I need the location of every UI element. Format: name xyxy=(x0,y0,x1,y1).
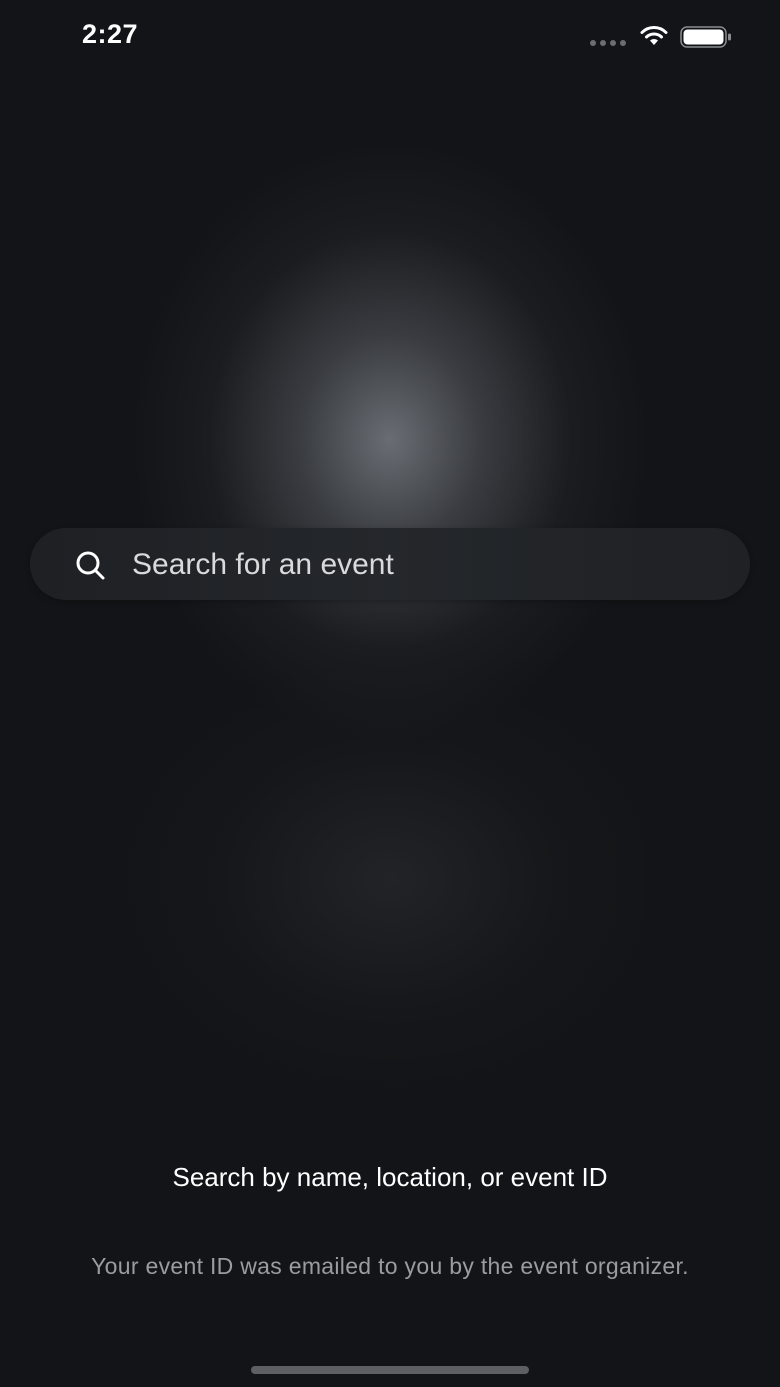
search-input[interactable] xyxy=(132,540,722,590)
wifi-icon xyxy=(640,26,668,45)
search-icon xyxy=(76,551,105,580)
hint-title: Search by name, location, or event ID xyxy=(172,1162,608,1192)
cellular-signal-icon xyxy=(590,40,630,46)
home-indicator[interactable] xyxy=(251,1366,529,1374)
status-bar: 2:27 xyxy=(0,0,780,74)
battery-icon xyxy=(680,26,731,48)
status-time: 2:27 xyxy=(82,19,139,49)
hint-subtitle: Your event ID was emailed to you by the … xyxy=(91,1253,689,1279)
